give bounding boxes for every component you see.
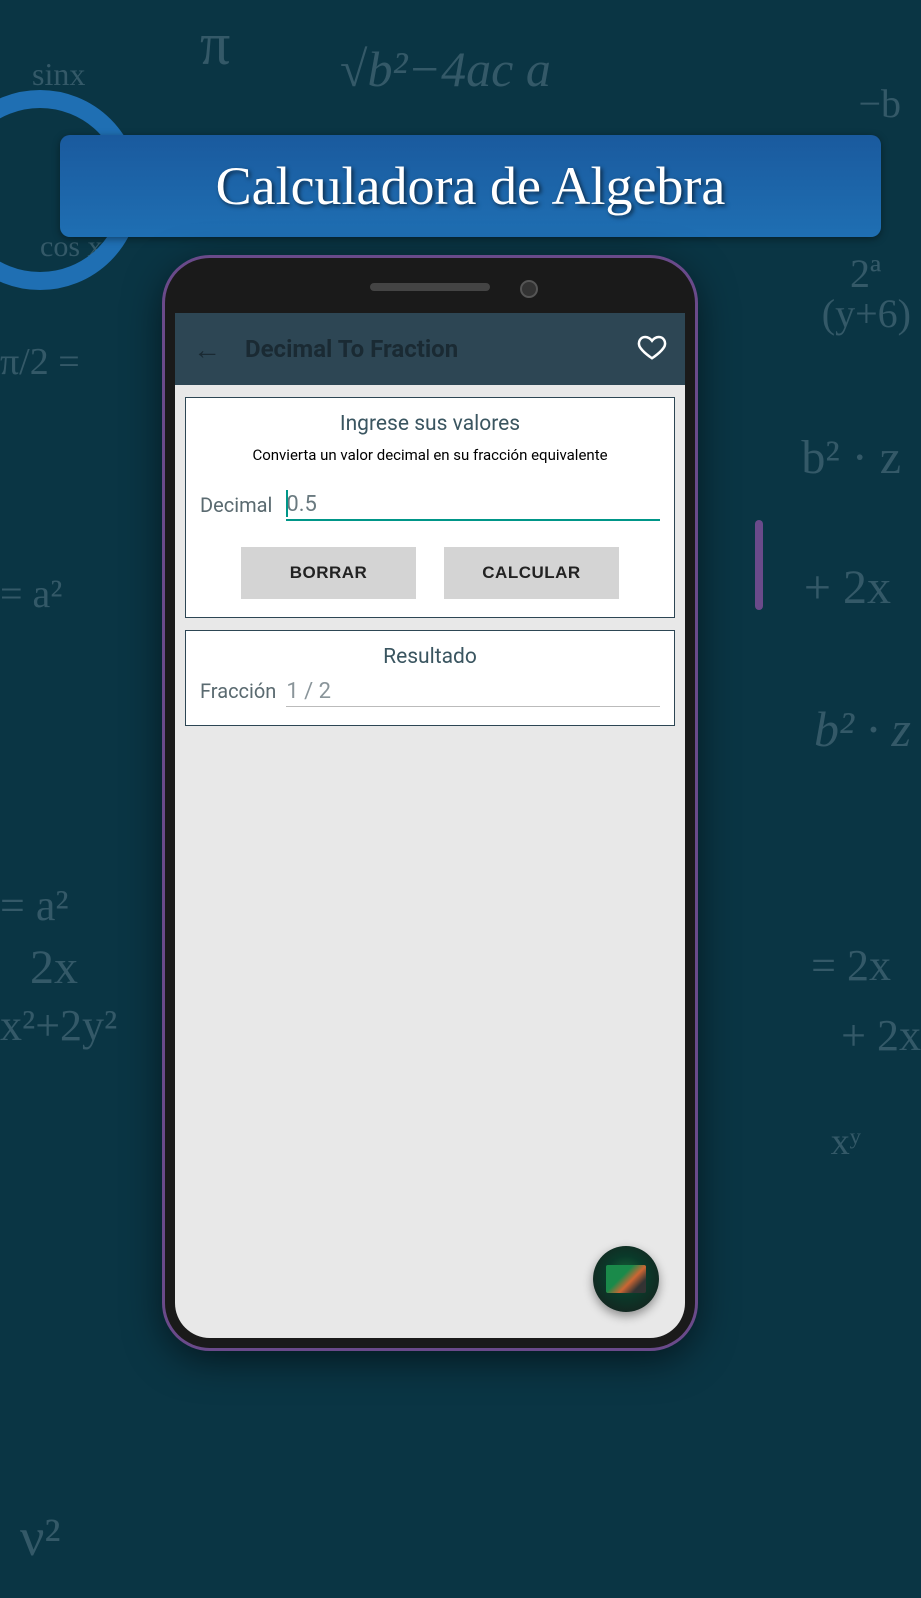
- fraction-output: 1 / 2: [286, 679, 660, 707]
- input-card-title: Ingrese sus valores: [200, 412, 660, 436]
- result-card-title: Resultado: [200, 645, 660, 669]
- phone-side-button-decor: [755, 520, 763, 610]
- heart-icon: [637, 332, 667, 362]
- input-card: Ingrese sus valores Convierta un valor d…: [185, 397, 675, 618]
- fraction-result-row: Fracción 1 / 2: [200, 679, 660, 707]
- favorite-button[interactable]: [637, 332, 667, 366]
- fab-button[interactable]: [593, 1246, 659, 1312]
- text-cursor: [286, 490, 288, 517]
- fraction-label: Fracción: [200, 679, 276, 707]
- decimal-value: 0.5: [286, 492, 317, 517]
- banner-title: Calculadora de Algebra: [90, 155, 851, 217]
- clear-button[interactable]: BORRAR: [241, 547, 416, 599]
- decimal-label: Decimal: [200, 493, 272, 521]
- button-row: BORRAR CALCULAR: [200, 547, 660, 599]
- fraction-value: 1 / 2: [286, 679, 331, 704]
- promo-banner: Calculadora de Algebra: [60, 135, 881, 237]
- app-screen: ← Decimal To Fraction Ingrese sus valore…: [175, 313, 685, 1338]
- calculator-icon: [606, 1265, 646, 1293]
- calculate-button[interactable]: CALCULAR: [444, 547, 619, 599]
- decimal-input-row: Decimal 0.5: [200, 492, 660, 521]
- back-button[interactable]: ←: [193, 333, 221, 366]
- decimal-input[interactable]: 0.5: [286, 492, 660, 521]
- app-bar: ← Decimal To Fraction: [175, 313, 685, 385]
- page-title: Decimal To Fraction: [245, 335, 637, 363]
- result-card: Resultado Fracción 1 / 2: [185, 630, 675, 726]
- input-card-subtitle: Convierta un valor decimal en su fracció…: [200, 446, 660, 464]
- phone-frame: ← Decimal To Fraction Ingrese sus valore…: [165, 258, 695, 1348]
